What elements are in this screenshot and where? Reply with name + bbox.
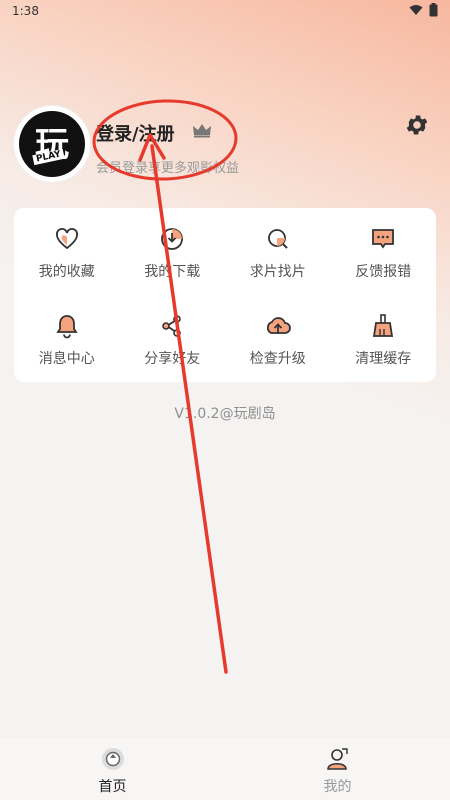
share-icon: [162, 315, 182, 337]
menu-item-label: 清理缓存: [355, 351, 412, 367]
bell-icon: [56, 315, 78, 339]
search-icon: [267, 229, 288, 249]
menu-item-label: 消息中心: [38, 351, 95, 367]
status-time: 1:38: [12, 4, 39, 18]
menu-item-favorites[interactable]: 我的收藏: [14, 208, 120, 295]
version-text: V1.0.2@玩剧岛: [174, 406, 276, 422]
menu-item-feedback[interactable]: 反馈报错: [331, 208, 437, 295]
menu-card: 我的收藏 我的下载 求片找片 反馈报错 消息中心 分享好友 检查升级 清理缓存: [14, 208, 436, 382]
menu-item-label: 我的下载: [144, 264, 201, 280]
tab-home[interactable]: 首页: [0, 738, 225, 800]
feedback-icon: [372, 229, 395, 249]
menu-item-messages[interactable]: 消息中心: [14, 295, 120, 382]
status-bar: 1:38: [0, 0, 450, 24]
menu-grid: 我的收藏 我的下载 求片找片 反馈报错 消息中心 分享好友 检查升级 清理缓存: [14, 208, 436, 382]
menu-item-upgrade[interactable]: 检查升级: [225, 295, 331, 382]
menu-item-request[interactable]: 求片找片: [225, 208, 331, 295]
tab-home-label: 首页: [98, 779, 127, 795]
menu-item-downloads[interactable]: 我的下载: [120, 208, 226, 295]
home-icon: [101, 748, 124, 770]
menu-item-label: 反馈报错: [355, 264, 412, 280]
menu-item-label: 我的收藏: [38, 264, 95, 280]
avatar-logo: 玩 PLAY: [19, 111, 85, 177]
menu-item-share[interactable]: 分享好友: [120, 295, 226, 382]
tab-mine[interactable]: 我的: [225, 738, 450, 800]
login-register-link[interactable]: 登录/注册: [96, 120, 175, 146]
menu-item-label: 分享好友: [144, 351, 201, 367]
menu-item-label: 求片找片: [249, 264, 306, 280]
bottom-nav: 首页 我的: [0, 738, 450, 800]
status-icons: [409, 3, 438, 17]
login-subtitle: 会员登录享更多观影权益: [96, 161, 240, 176]
upgrade-icon: [266, 317, 291, 334]
profile-icon: [326, 748, 348, 770]
menu-item-label: 检查升级: [249, 351, 306, 367]
menu-item-clear-cache[interactable]: 清理缓存: [331, 295, 437, 382]
download-icon: [161, 228, 184, 250]
gear-icon[interactable]: [404, 112, 430, 138]
tab-mine-label: 我的: [323, 779, 352, 795]
broom-icon: [373, 314, 394, 337]
avatar[interactable]: 玩 PLAY: [14, 106, 90, 182]
battery-icon: [429, 3, 438, 17]
profile-header: 玩 PLAY 登录/注册 会员登录享更多观影权益: [14, 106, 436, 186]
heart-icon: [55, 228, 78, 250]
wifi-icon: [409, 5, 423, 15]
crown-icon: [193, 124, 211, 138]
